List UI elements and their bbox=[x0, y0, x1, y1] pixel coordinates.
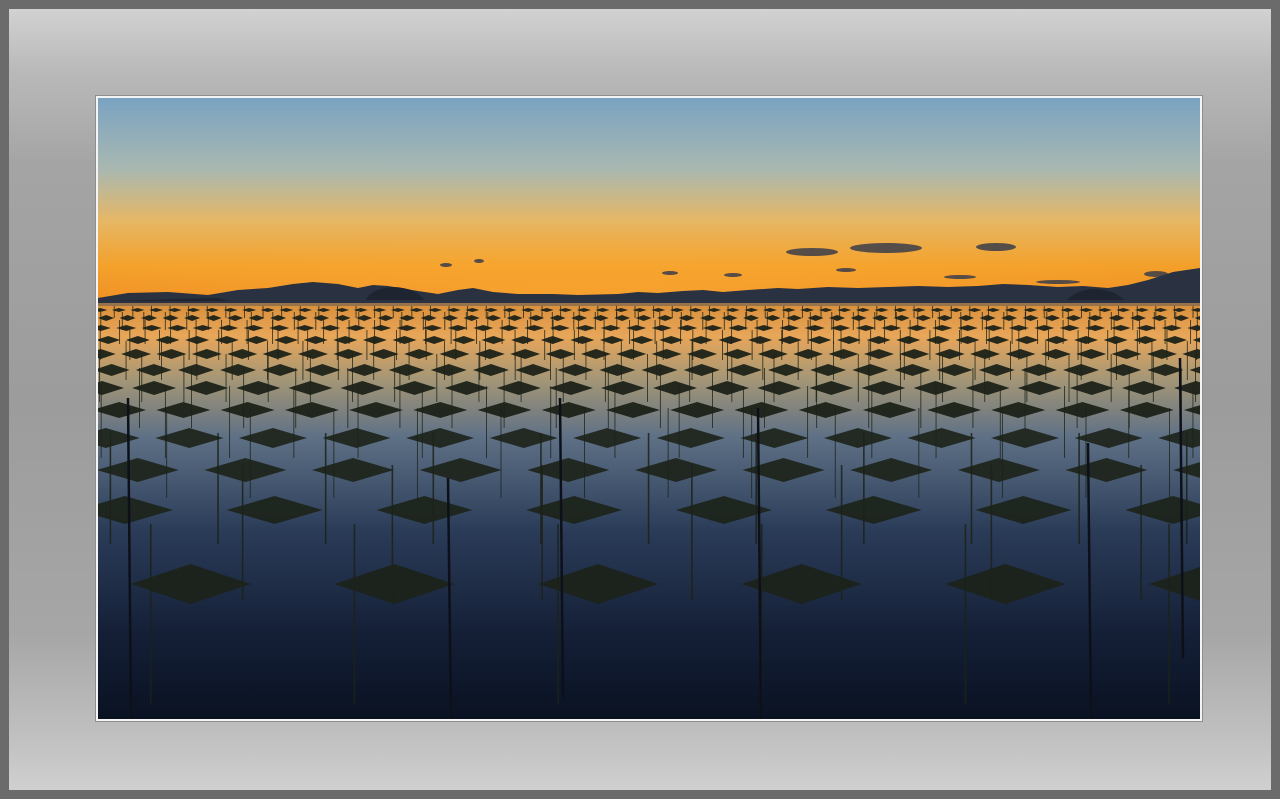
sunset-seaweed-farm-photo bbox=[98, 98, 1200, 719]
photo-mat bbox=[96, 96, 1202, 721]
picture-frame bbox=[0, 0, 1280, 799]
horizon-glow bbox=[98, 178, 1200, 303]
